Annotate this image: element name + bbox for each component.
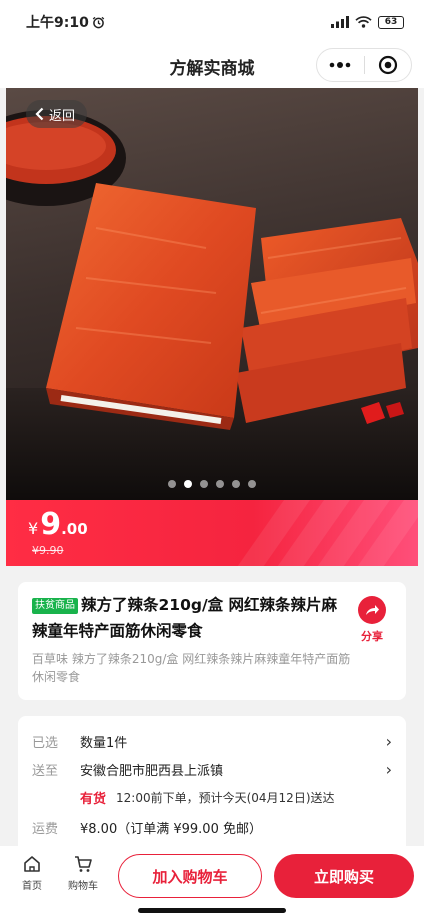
product-info-card: 扶贫商品 辣方了辣条210g/盒 网红辣条辣片麻辣童年特产面筋休闲零食 百草味 辣… xyxy=(18,582,406,700)
carousel-dot[interactable] xyxy=(248,480,256,488)
carousel-dot[interactable] xyxy=(216,480,224,488)
status-bar: 上午9:10 63 xyxy=(0,0,424,44)
time-text: 上午9:10 xyxy=(26,15,89,31)
battery-icon: 63 xyxy=(378,15,404,29)
freight-row: 运费 ¥8.00（订单满 ¥99.00 免邮） xyxy=(32,818,392,837)
more-button[interactable] xyxy=(317,49,364,81)
cart-tab[interactable]: 购物车 xyxy=(68,854,98,892)
close-target-icon xyxy=(378,55,397,75)
product-title: 扶贫商品 辣方了辣条210g/盒 网红辣条辣片麻辣童年特产面筋休闲零食 xyxy=(32,592,348,644)
back-chevron-icon xyxy=(35,107,44,121)
more-icon xyxy=(329,62,351,68)
freight-label: 运费 xyxy=(32,822,59,837)
chevron-right-icon: › xyxy=(385,760,392,779)
ship-label: 送至 xyxy=(32,764,59,779)
back-button[interactable]: 返回 xyxy=(26,100,88,128)
selected-spec-row[interactable]: 已选 数量1件 › xyxy=(32,732,392,751)
delivery-estimate-row: 有货 12:00前下单，预计今天(04月12日)送达 xyxy=(32,788,392,807)
selected-label: 已选 xyxy=(32,736,59,751)
share-label: 分享 xyxy=(361,630,383,643)
cart-icon xyxy=(75,856,92,872)
share-icon-circle xyxy=(358,596,386,624)
battery-level: 63 xyxy=(384,17,398,27)
buy-now-button[interactable]: 立即购买 xyxy=(274,854,414,898)
current-price: ¥ 9 .00 xyxy=(28,510,88,540)
carousel-dot[interactable] xyxy=(200,480,208,488)
price-banner: ¥ 9 .00 ¥9.90 xyxy=(6,500,418,566)
selected-value: 数量1件 xyxy=(80,736,128,751)
miniapp-capsule xyxy=(316,48,412,82)
freight-value: ¥8.00（订单满 ¥99.00 免邮） xyxy=(80,822,262,837)
order-info-card: 已选 数量1件 › 送至 安徽合肥市肥西县上派镇 › 有货 12:00前下单，预… xyxy=(18,716,406,856)
signal-icon xyxy=(331,16,349,28)
share-arrow-icon xyxy=(366,605,379,615)
product-image-carousel[interactable]: 返回 xyxy=(6,88,418,500)
product-subtitle: 百草味 辣方了辣条210g/盒 网红辣条辣片麻辣童年特产面筋休闲零食 xyxy=(32,652,351,684)
home-tab[interactable]: 首页 xyxy=(22,854,42,892)
original-price: ¥9.90 xyxy=(32,544,64,557)
status-time: 上午9:10 xyxy=(26,12,105,32)
shipping-address-row[interactable]: 送至 安徽合肥市肥西县上派镇 › xyxy=(32,760,392,779)
home-indicator xyxy=(138,908,286,913)
chevron-right-icon: › xyxy=(385,732,392,751)
wifi-icon xyxy=(355,16,372,28)
close-miniapp-button[interactable] xyxy=(365,49,412,81)
alarm-icon xyxy=(92,16,105,28)
status-icons: 63 xyxy=(331,15,404,29)
stock-status: 有货 xyxy=(80,792,107,807)
carousel-dot[interactable] xyxy=(184,480,192,488)
back-label: 返回 xyxy=(49,108,76,124)
product-photo xyxy=(6,110,418,500)
home-tab-label: 首页 xyxy=(22,881,42,892)
page-title: 方解实商城 xyxy=(169,58,255,79)
delivery-estimate: 12:00前下单，预计今天(04月12日)送达 xyxy=(116,791,335,805)
ship-value: 安徽合肥市肥西县上派镇 xyxy=(80,764,224,779)
price-symbol: ¥ xyxy=(28,519,39,538)
cart-tab-label: 购物车 xyxy=(68,881,98,892)
price-integer: 9 xyxy=(40,507,62,542)
carousel-dot[interactable] xyxy=(168,480,176,488)
share-button[interactable]: 分享 xyxy=(358,596,386,644)
add-to-cart-button[interactable]: 加入购物车 xyxy=(118,854,262,898)
home-icon xyxy=(24,856,40,872)
price-decimal: .00 xyxy=(61,520,88,538)
nav-bar: 方解实商城 xyxy=(0,44,424,88)
carousel-dot[interactable] xyxy=(232,480,240,488)
poverty-aid-badge: 扶贫商品 xyxy=(32,598,78,614)
carousel-dots xyxy=(6,480,418,488)
